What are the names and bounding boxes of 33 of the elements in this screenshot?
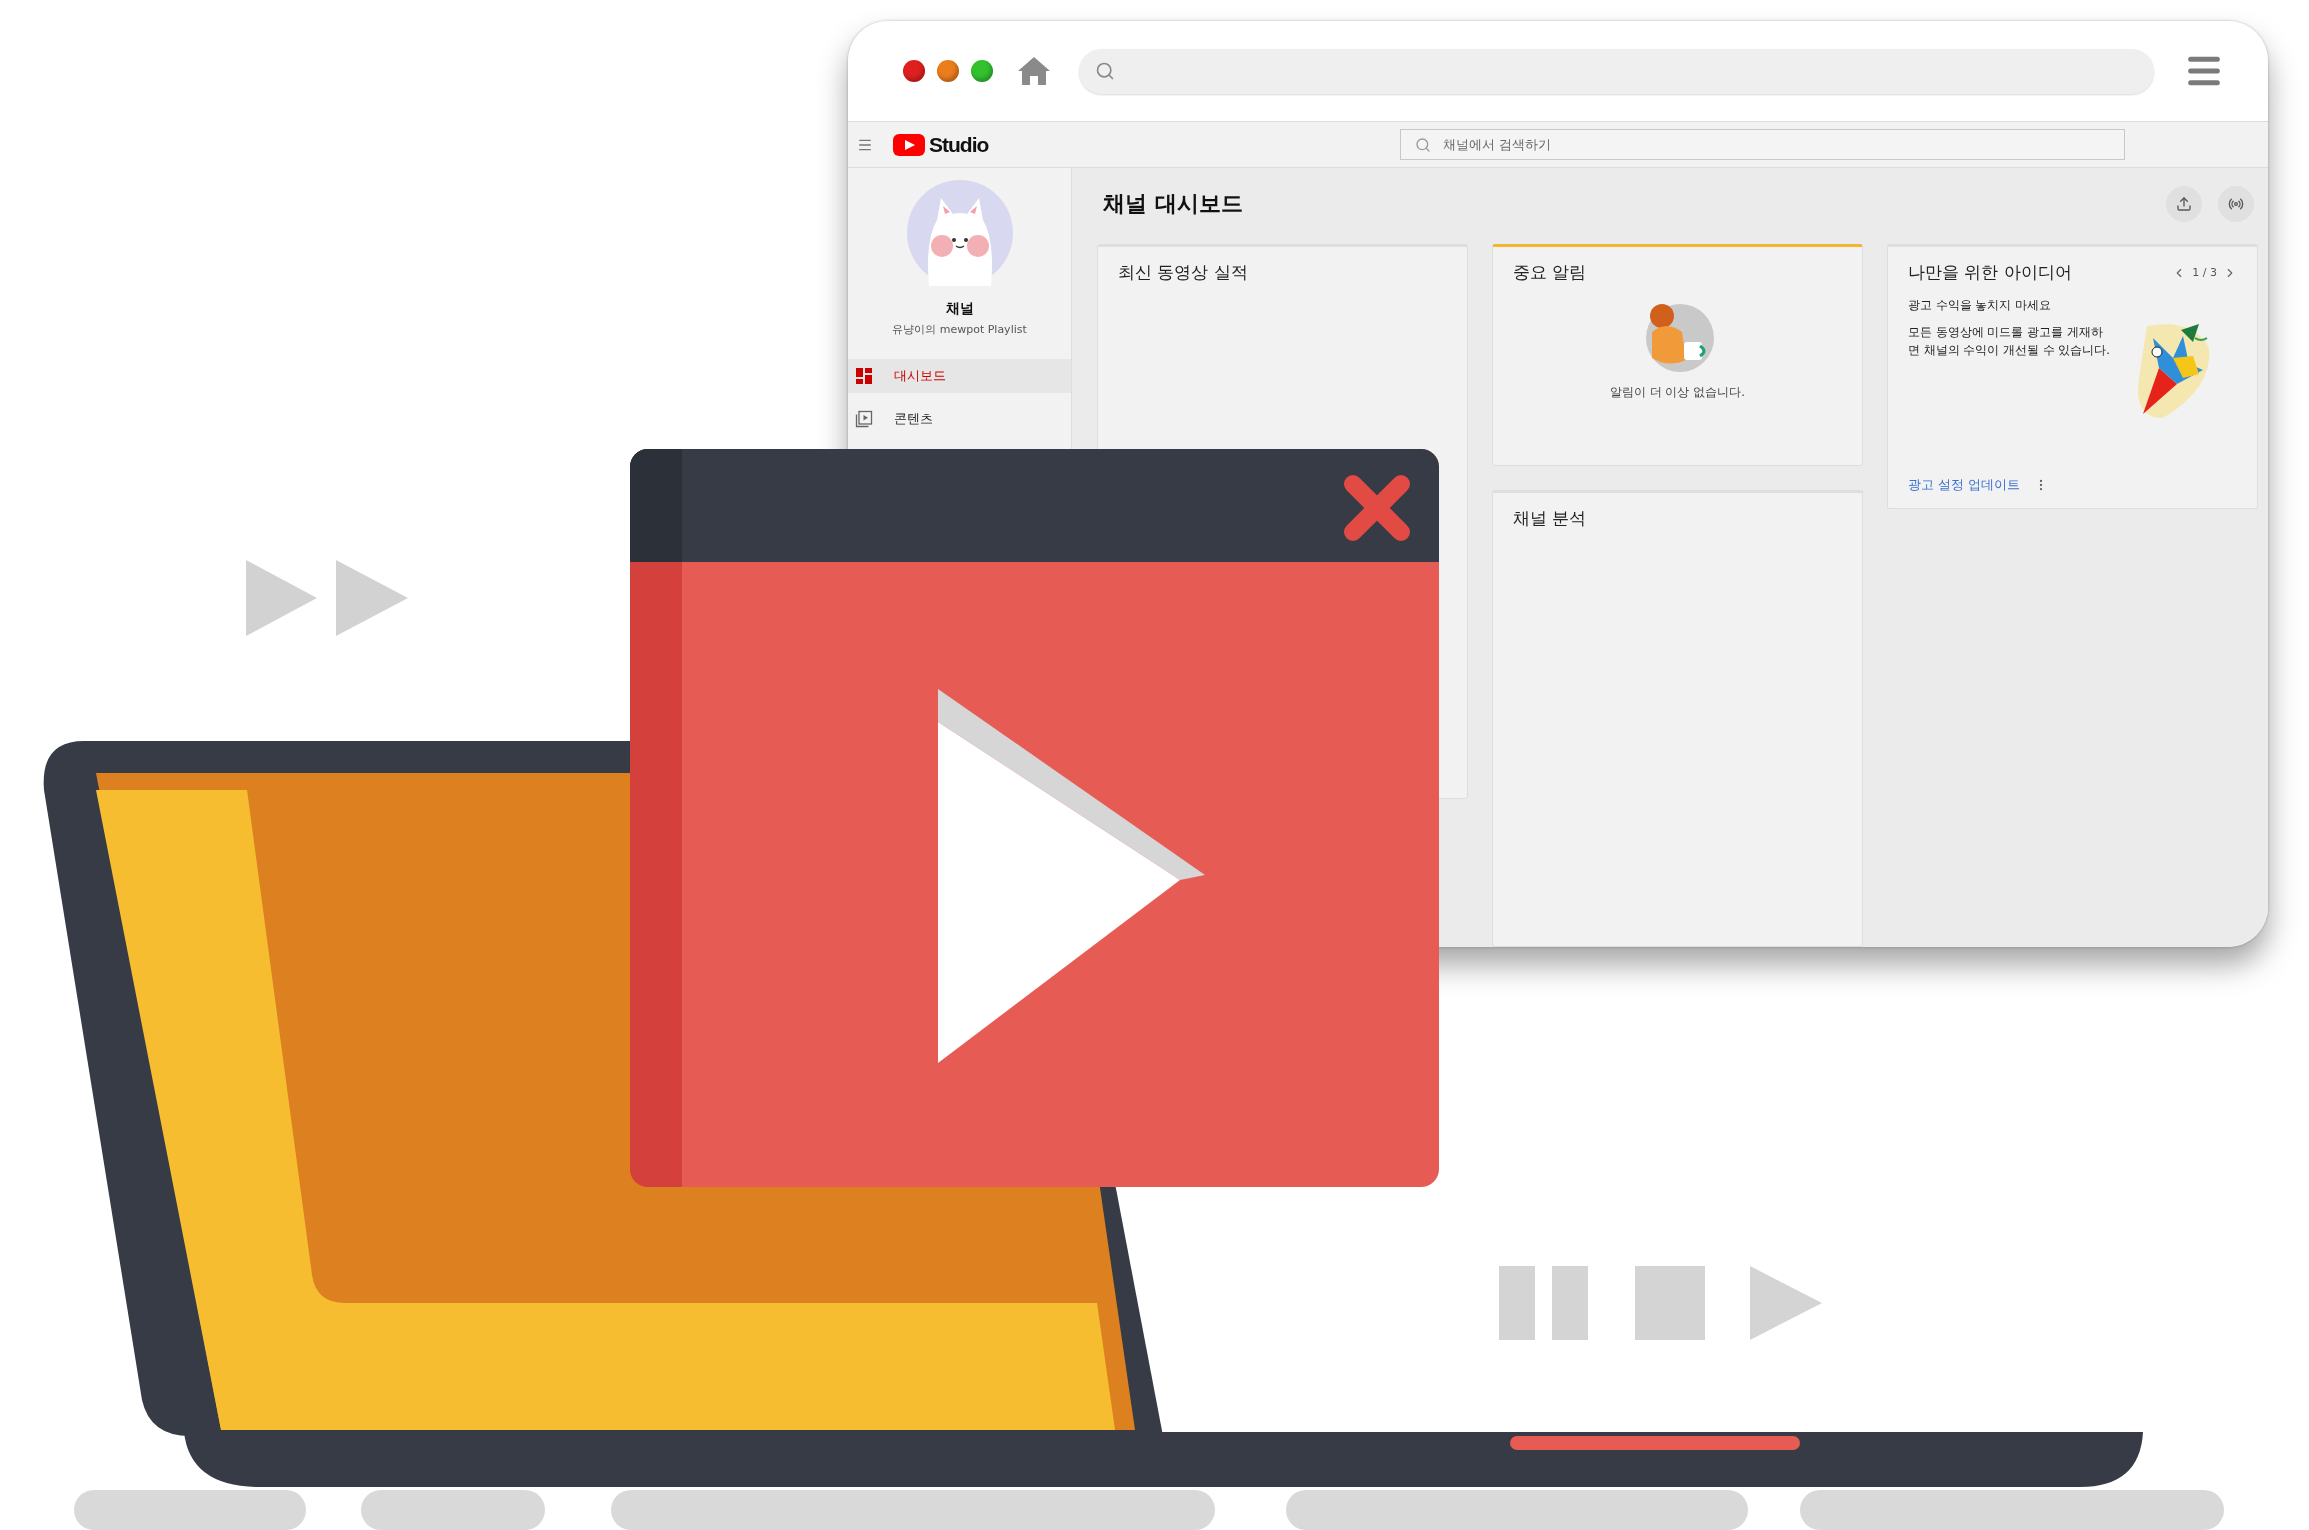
- upload-icon: [2176, 196, 2192, 212]
- minimize-window-button[interactable]: [937, 60, 959, 82]
- stop-icon: [1635, 1266, 1705, 1340]
- home-icon[interactable]: [1017, 56, 1051, 86]
- close-window-button[interactable]: [903, 60, 925, 82]
- empty-message: 알림이 더 이상 없습니다.: [1609, 384, 1746, 401]
- pause-icon: [1499, 1266, 1588, 1340]
- sidebar-item[interactable]: 콘텐츠: [848, 402, 1071, 436]
- broadcast-icon: [2228, 196, 2244, 212]
- card-title: 중요 알림: [1513, 261, 1588, 284]
- card-title: 채널 분석: [1513, 507, 1588, 530]
- channel-name: 채널: [944, 300, 975, 318]
- play-icon: [1750, 1266, 1822, 1340]
- fast-forward-icon: [246, 560, 408, 636]
- search-icon: [1095, 61, 1115, 81]
- play-logo-icon: [893, 133, 925, 156]
- idea-headline: 광고 수익을 놓치지 마세요: [1908, 298, 2052, 313]
- live-button[interactable]: [2218, 186, 2254, 222]
- search-icon: [1415, 136, 1432, 153]
- card-title: 나만을 위한 아이디어: [1908, 261, 2072, 284]
- channel-subtitle: 유냥이의 mewpot Playlist: [891, 322, 1028, 337]
- video-list-icon: [855, 410, 873, 428]
- card-title: 최신 동영상 실적: [1118, 261, 1249, 284]
- page-title: 채널 대시보드: [1102, 190, 1243, 218]
- idea-text: 모든 동영상에 미드롤 광고를 게재하면 채널의 수익이 개선될 수 있습니다.: [1908, 324, 2111, 359]
- sidebar-item[interactable]: 대시보드: [848, 359, 1071, 393]
- channel-search-field[interactable]: 채널에서 검색하기: [1400, 129, 2126, 160]
- dashboard-icon: [855, 367, 873, 385]
- upload-button[interactable]: [2166, 186, 2202, 222]
- zoom-window-button[interactable]: [971, 60, 993, 82]
- logo-text: Studio: [929, 132, 989, 157]
- update-ad-settings-link[interactable]: 광고 설정 업데이트: [1908, 476, 2021, 494]
- pager-text: 1 / 3: [2192, 266, 2217, 279]
